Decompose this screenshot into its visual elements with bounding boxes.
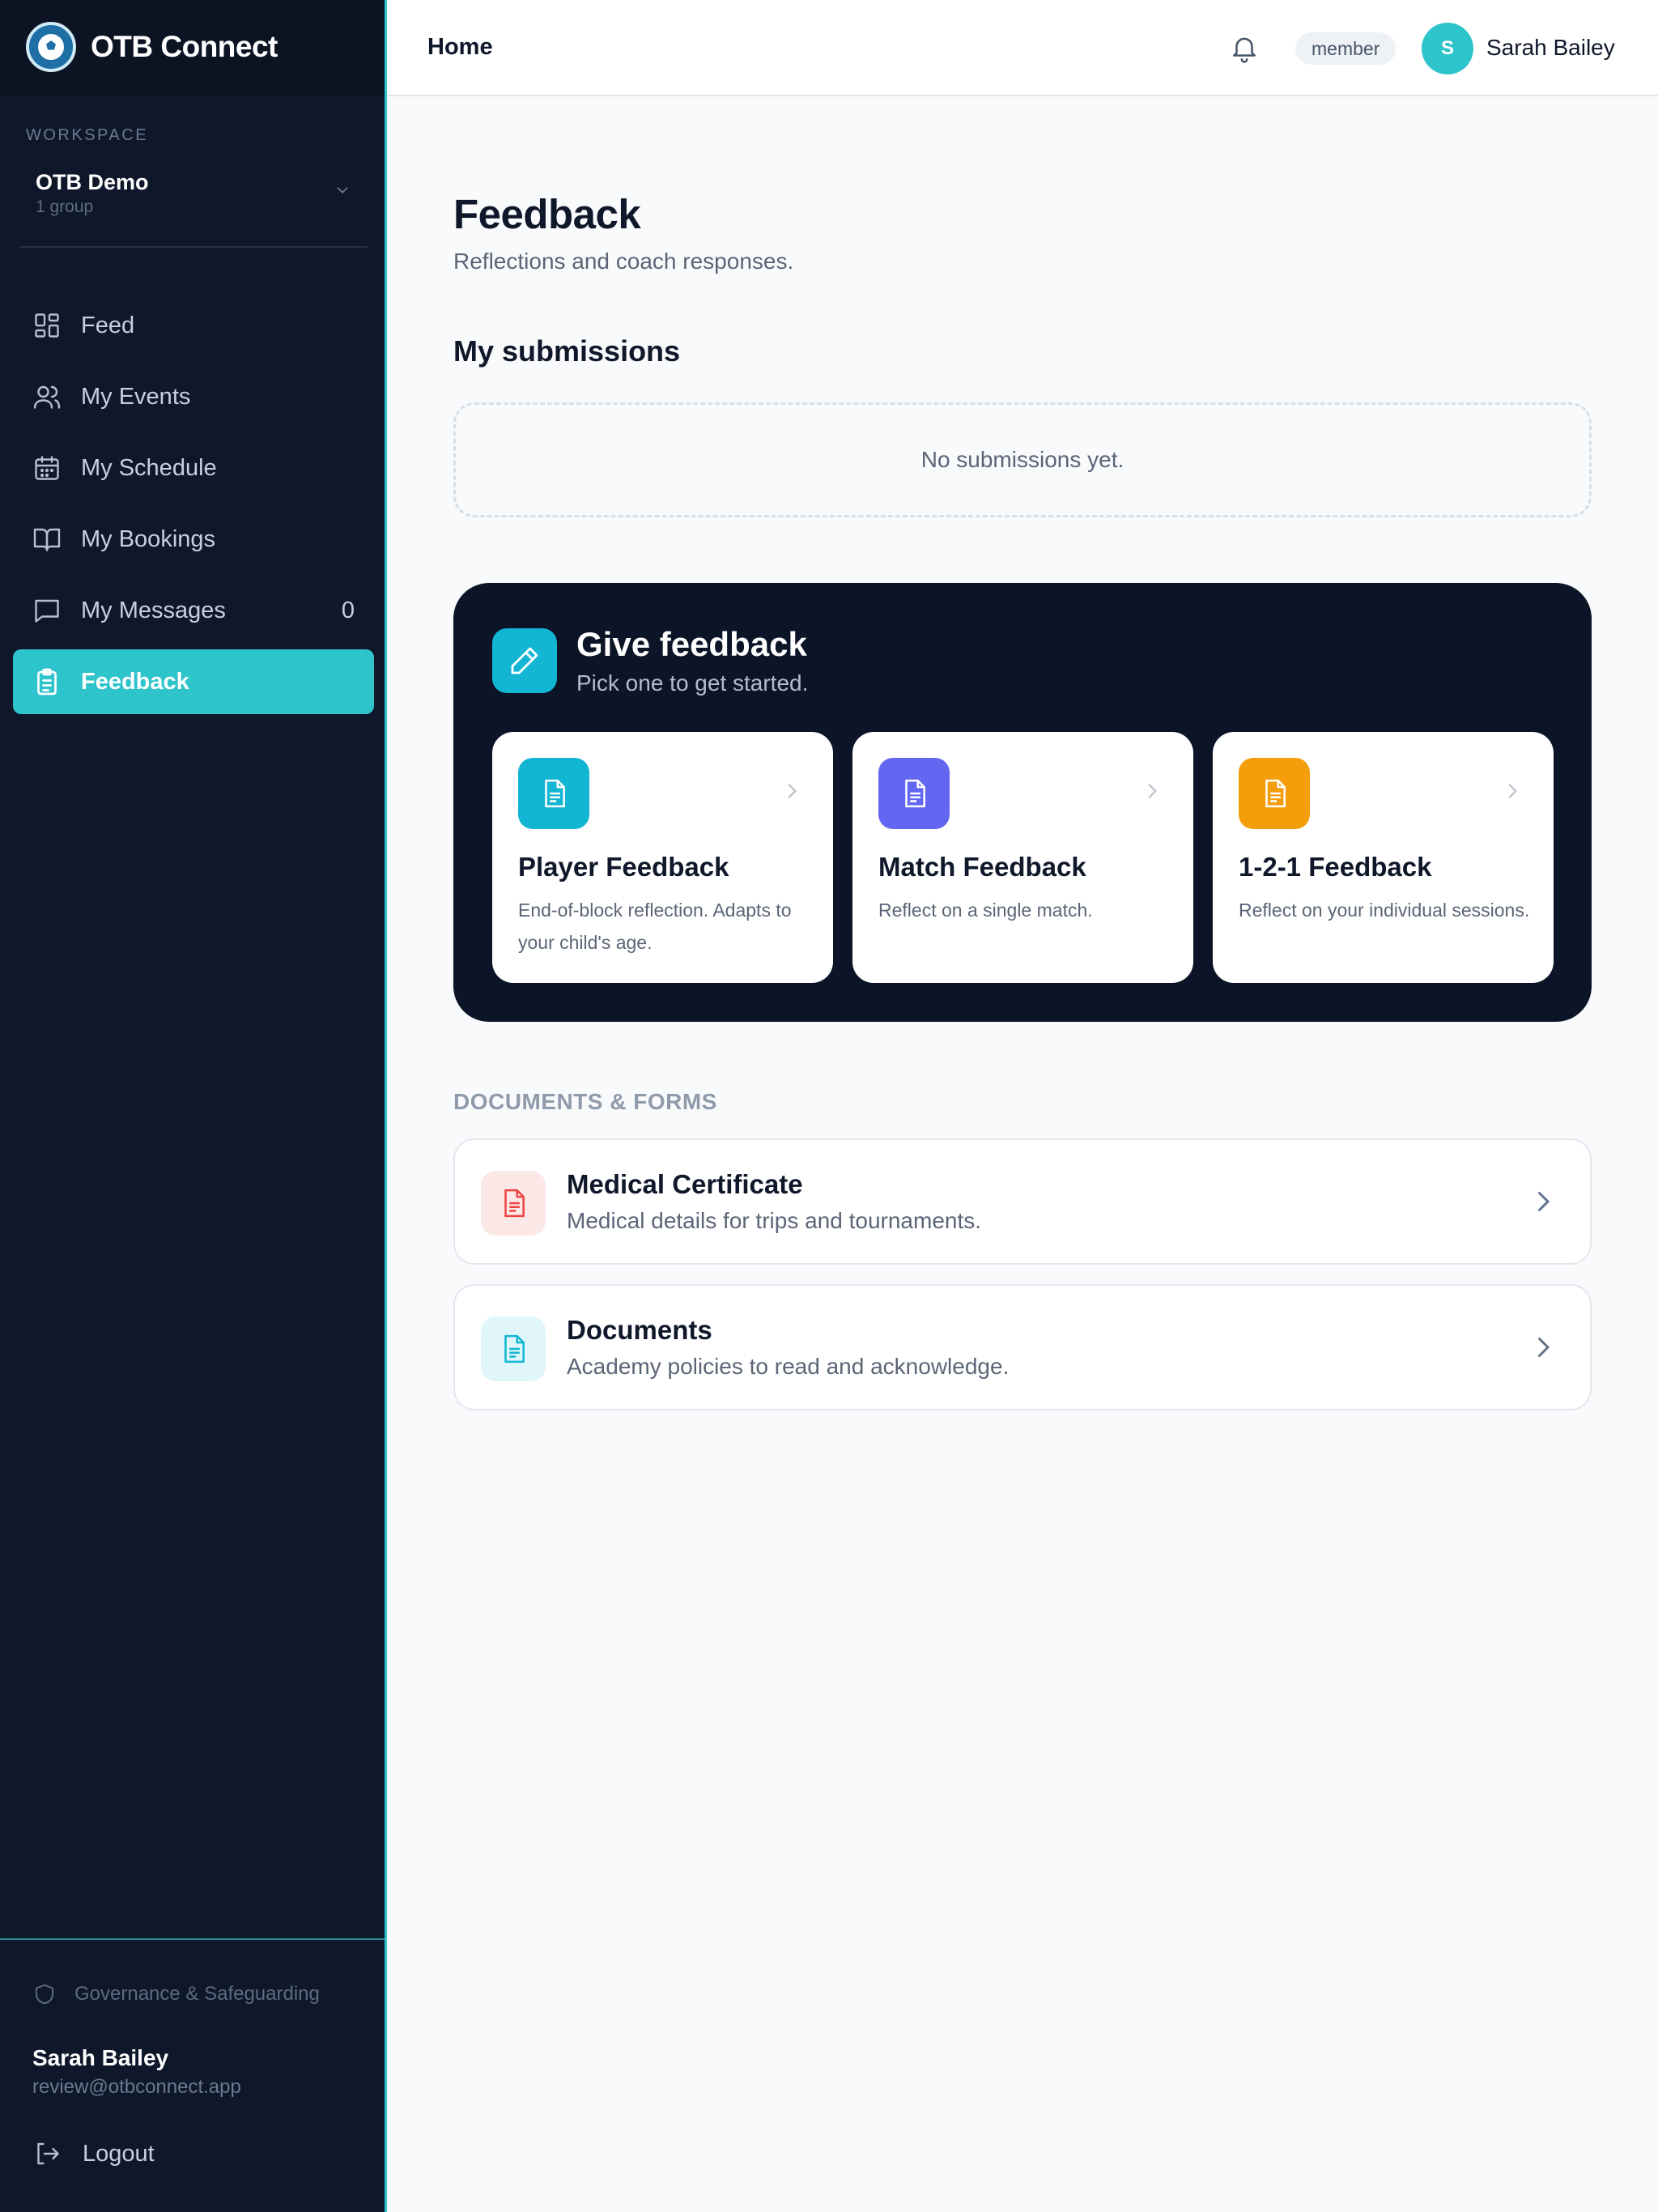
sidebar-footer: Governance & Safeguarding Sarah Bailey r… [0, 1938, 385, 2167]
card-description: Reflect on your individual sessions. [1239, 900, 1530, 921]
doc-description: Academy policies to read and acknowledge… [567, 1354, 1010, 1379]
sidebar-item-bookings[interactable]: My Bookings [13, 507, 374, 572]
doc-title: Medical Certificate [567, 1169, 803, 1199]
book-open-icon [33, 528, 61, 551]
chevron-right-icon [1148, 784, 1157, 798]
topbar: Home member S Sarah Bailey [387, 0, 1658, 96]
grid-icon [35, 313, 59, 338]
sidebar-item-label: My Events [81, 383, 191, 410]
document-icon [1239, 758, 1310, 829]
documents-section-label: DOCUMENTS & FORMS [453, 1089, 717, 1114]
brand[interactable]: OTB Connect [0, 0, 385, 96]
workspace-sub: 1 group [36, 198, 94, 216]
role-badge: member [1295, 32, 1397, 65]
sidebar-item-label: My Messages [81, 597, 226, 623]
doc-description: Medical details for trips and tournament… [567, 1208, 982, 1233]
give-feedback-subtitle: Pick one to get started. [576, 670, 809, 696]
medical-certificate-row[interactable]: Medical Certificate Medical details for … [453, 1138, 1592, 1265]
workspace-name: OTB Demo [36, 170, 149, 194]
clipboard-icon [37, 668, 57, 696]
pencil-icon [492, 628, 557, 693]
sidebar-user-email: review@otbconnect.app [32, 2076, 241, 2098]
give-feedback-panel: Give feedback Pick one to get started. P… [453, 583, 1592, 1022]
messages-count: 0 [341, 597, 355, 623]
player-feedback-card[interactable]: Player Feedback End-of-block reflection.… [492, 732, 833, 983]
sidebar-item-schedule[interactable]: My Schedule [13, 436, 374, 500]
give-feedback-title: Give feedback [576, 625, 807, 663]
sidebar-item-feedback[interactable]: Feedback [13, 649, 374, 714]
governance-link[interactable]: Governance & Safeguarding [32, 1982, 320, 2006]
card-description: Reflect on a single match. [878, 900, 1093, 921]
documents-row[interactable]: Documents Academy policies to read and a… [453, 1284, 1592, 1410]
one-to-one-feedback-card[interactable]: 1-2-1 Feedback Reflect on your individua… [1213, 732, 1554, 983]
topbar-user-name[interactable]: Sarah Bailey [1486, 35, 1615, 61]
avatar[interactable]: S [1422, 23, 1473, 74]
sidebar-item-label: My Bookings [81, 525, 216, 552]
chevron-down-icon [337, 187, 348, 194]
sidebar-item-messages[interactable]: My Messages 0 [13, 578, 374, 643]
logout-button[interactable]: Logout [32, 2139, 155, 2168]
submissions-empty: No submissions yet. [453, 402, 1592, 517]
logout-icon [37, 2142, 59, 2165]
submissions-title: My submissions [453, 334, 681, 368]
chevron-right-icon [1508, 784, 1517, 798]
sidebar-item-label: Feed [81, 312, 135, 338]
calendar-icon [35, 456, 59, 480]
sidebar-nav: Feed My Events My Schedule My Bookings M… [13, 293, 374, 721]
bell-icon[interactable] [1229, 32, 1260, 63]
card-title: Player Feedback [518, 852, 729, 882]
breadcrumb-home[interactable]: Home [427, 34, 493, 61]
sidebar-item-feed[interactable]: Feed [13, 293, 374, 358]
document-icon [878, 758, 950, 829]
sidebar: OTB Connect WORKSPACE OTB Demo 1 group F… [0, 0, 387, 2212]
brand-logo-icon [26, 22, 76, 72]
sidebar-item-label: My Schedule [81, 454, 217, 481]
sidebar-item-label: Feedback [81, 668, 189, 695]
governance-label: Governance & Safeguarding [74, 1983, 320, 2005]
workspace-select[interactable]: OTB Demo 1 group [19, 159, 368, 248]
brand-name: OTB Connect [91, 30, 278, 63]
page-subtitle: Reflections and coach responses. [453, 249, 794, 274]
doc-title: Documents [567, 1315, 712, 1345]
match-feedback-card[interactable]: Match Feedback Reflect on a single match… [852, 732, 1193, 983]
card-description: End-of-block reflection. Adapts to your … [518, 900, 792, 953]
empty-message: No submissions yet. [920, 447, 1124, 472]
document-icon [518, 758, 589, 829]
logout-label: Logout [83, 2140, 155, 2167]
shield-icon [36, 1984, 53, 2005]
page-title: Feedback [453, 191, 641, 237]
chevron-right-icon [1538, 1192, 1550, 1211]
card-title: 1-2-1 Feedback [1239, 852, 1432, 882]
workspace-label: WORKSPACE [26, 126, 149, 144]
document-icon [481, 1317, 546, 1381]
sidebar-user-name: Sarah Bailey [32, 2045, 169, 2070]
document-icon [481, 1171, 546, 1236]
chevron-right-icon [788, 784, 797, 798]
users-icon [33, 385, 61, 409]
sidebar-item-events[interactable]: My Events [13, 364, 374, 429]
message-square-icon [35, 599, 59, 623]
chevron-right-icon [1538, 1338, 1550, 1357]
card-title: Match Feedback [878, 852, 1086, 882]
